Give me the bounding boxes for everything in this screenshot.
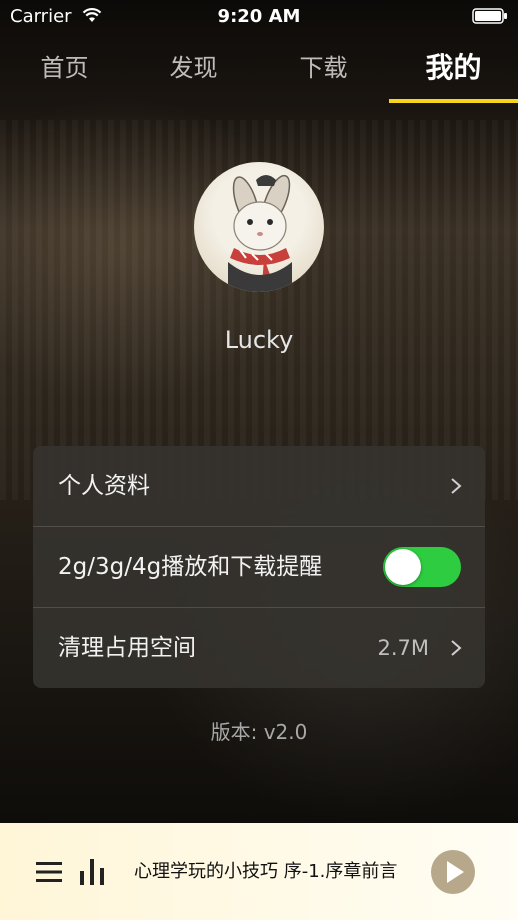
clear-cache-label: 清理占用空间 xyxy=(58,635,196,661)
profile-row[interactable]: 个人资料 xyxy=(33,446,485,526)
equalizer-icon[interactable] xyxy=(80,859,104,885)
play-button[interactable] xyxy=(431,850,475,894)
avatar[interactable] xyxy=(194,162,324,292)
network-reminder-row: 2g/3g/4g播放和下载提醒 xyxy=(33,527,485,607)
profile-label: 个人资料 xyxy=(58,473,150,499)
battery-icon xyxy=(472,8,507,24)
cache-size-value: 2.7M xyxy=(377,636,429,660)
version-label: 版本: v2.0 xyxy=(210,720,308,744)
clear-cache-row[interactable]: 清理占用空间 2.7M xyxy=(33,608,485,688)
now-playing-title[interactable]: 心理学玩的小技巧 序-1.序章前言 xyxy=(134,823,397,920)
chevron-right-icon xyxy=(451,478,462,494)
network-reminder-toggle[interactable] xyxy=(383,547,461,587)
tab-mine[interactable]: 我的 xyxy=(389,50,518,102)
chevron-right-icon xyxy=(451,640,462,656)
mini-player: 心理学玩的小技巧 序-1.序章前言 xyxy=(0,823,518,920)
play-icon xyxy=(447,861,464,883)
tab-discover[interactable]: 发现 xyxy=(129,50,258,102)
tab-downloads[interactable]: 下载 xyxy=(259,50,388,102)
settings-panel: 个人资料 2g/3g/4g播放和下载提醒 清理占用空间 2.7M xyxy=(33,446,485,688)
active-tab-indicator xyxy=(389,99,518,103)
tab-home[interactable]: 首页 xyxy=(0,50,129,102)
top-tab-bar: 首页 发现 下载 我的 xyxy=(0,50,518,102)
rabbit-avatar-illustration xyxy=(228,174,292,292)
user-name: Lucky xyxy=(224,326,294,354)
toggle-knob xyxy=(385,549,421,585)
status-bar: Carrier 9:20 AM xyxy=(0,0,518,34)
network-reminder-label: 2g/3g/4g播放和下载提醒 xyxy=(58,554,323,580)
menu-icon[interactable] xyxy=(36,861,62,883)
status-time: 9:20 AM xyxy=(217,6,301,27)
